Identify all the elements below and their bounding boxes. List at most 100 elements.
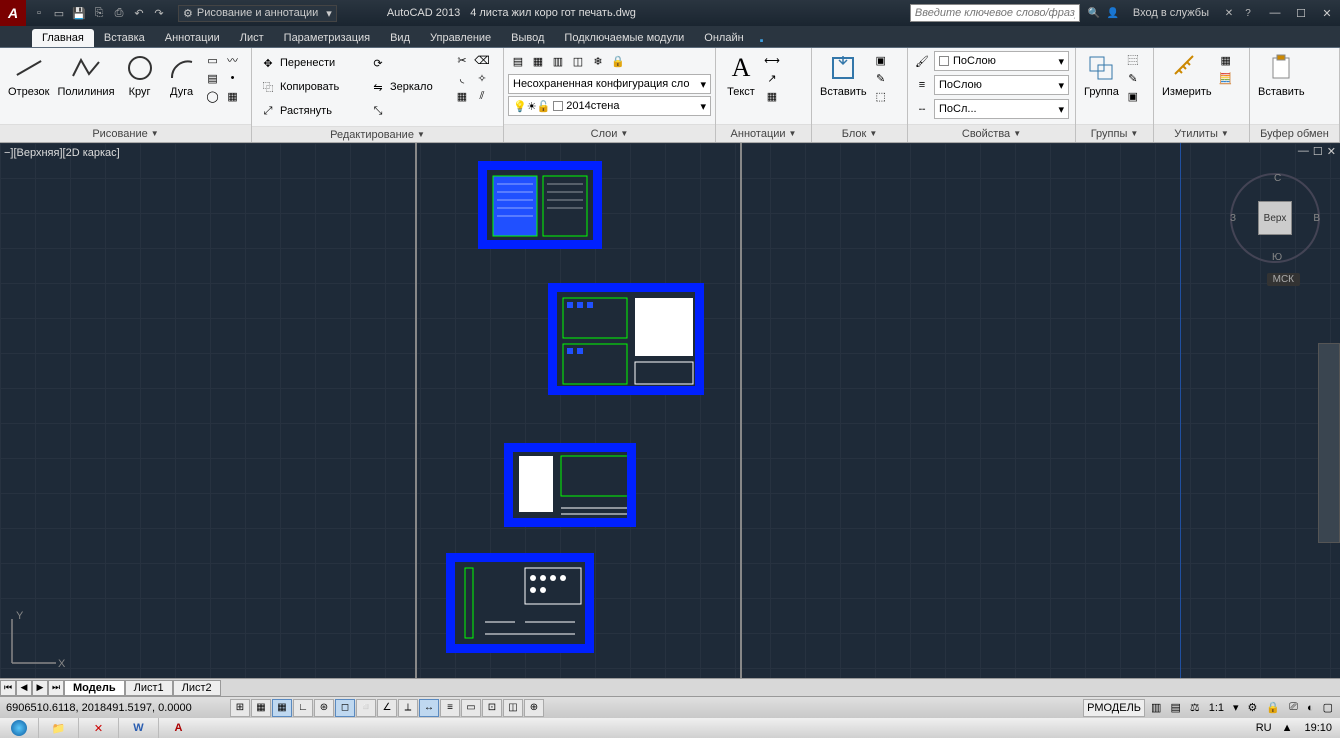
taskbar-clock[interactable]: 19:10 <box>1296 722 1340 734</box>
array-icon[interactable]: ▦ <box>454 88 470 104</box>
layer-freeze-icon[interactable]: ❄ <box>590 53 606 69</box>
layout2-tab[interactable]: Лист2 <box>173 680 221 696</box>
viewport-label[interactable]: −][Верхняя][2D каркас] <box>4 147 120 159</box>
drawing-area[interactable]: −][Верхняя][2D каркас] — ☐ ✕ YX Верх С Ю… <box>0 143 1340 678</box>
leader-icon[interactable]: ↗ <box>764 70 780 86</box>
workspace-switcher[interactable]: ⚙ Рисование и аннотации ▾ <box>178 5 337 22</box>
spline-icon[interactable]: 〰 <box>225 52 241 68</box>
taskbar-explorer[interactable]: 📁 <box>38 718 78 738</box>
osnap-toggle[interactable]: ◻ <box>335 699 355 717</box>
annotation-scale-value[interactable]: 1:1 <box>1206 699 1227 717</box>
group-edit-icon[interactable]: ✎ <box>1125 70 1141 86</box>
redo-icon[interactable]: ↷ <box>150 4 168 22</box>
viewcube[interactable]: Верх С Ю З В <box>1230 173 1320 263</box>
tab-insert[interactable]: Вставка <box>94 29 155 47</box>
first-tab-icon[interactable]: ⏮ <box>0 680 16 696</box>
panel-draw-title[interactable]: Рисование▼ <box>0 124 251 142</box>
tab-expand-icon[interactable]: ▪ <box>754 35 770 47</box>
table-icon[interactable]: ▦ <box>764 88 780 104</box>
region-icon[interactable]: ▦ <box>225 88 241 104</box>
tray-icon[interactable]: ▲ <box>1278 722 1297 734</box>
fillet-icon[interactable]: ◟ <box>454 70 470 86</box>
panel-groups-title[interactable]: Группы▼ <box>1076 124 1153 142</box>
dimension-icon[interactable]: ⟷ <box>764 52 780 68</box>
am-toggle[interactable]: ⊕ <box>524 699 544 717</box>
erase-icon[interactable]: ⌫ <box>474 52 490 68</box>
open-icon[interactable]: ▭ <box>50 4 68 22</box>
rectangle-icon[interactable]: ▭ <box>205 52 221 68</box>
search-icon[interactable]: 🔍 <box>1086 5 1102 21</box>
circle-button[interactable]: Круг <box>119 50 161 100</box>
ucs-icon[interactable]: YX <box>6 609 66 672</box>
undo-icon[interactable]: ↶ <box>130 4 148 22</box>
panel-clipboard-title[interactable]: Буфер обмен <box>1250 124 1339 142</box>
attr-icon[interactable]: ⬚ <box>873 88 889 104</box>
hatch-icon[interactable]: ▤ <box>205 70 221 86</box>
copy-button[interactable]: ⿻Копировать <box>258 76 364 98</box>
point-icon[interactable]: • <box>225 70 241 86</box>
tpy-toggle[interactable]: ▭ <box>461 699 481 717</box>
polar-toggle[interactable]: ⊛ <box>314 699 334 717</box>
quickview-drawings-icon[interactable]: ▤ <box>1167 699 1183 717</box>
help-search-input[interactable] <box>910 4 1080 22</box>
group-select-icon[interactable]: ▣ <box>1125 88 1141 104</box>
ellipse-icon[interactable]: ◯ <box>205 88 221 104</box>
app-menu-logo[interactable]: A <box>0 0 26 26</box>
exchange-icon[interactable]: ✕ <box>1221 5 1237 21</box>
text-button[interactable]: AТекст <box>720 50 762 100</box>
ducs-toggle[interactable]: ⟂ <box>398 699 418 717</box>
help-icon[interactable]: ? <box>1240 5 1256 21</box>
panel-modify-title[interactable]: Редактирование▼ <box>252 126 503 142</box>
taskbar-autocad[interactable]: A <box>158 718 198 738</box>
insert-button[interactable]: Вставить <box>816 50 871 100</box>
layout1-tab[interactable]: Лист1 <box>125 680 173 696</box>
signin-icon[interactable]: 👤 <box>1105 5 1121 21</box>
viewport-restore-icon[interactable]: ☐ <box>1313 145 1323 158</box>
tab-layout[interactable]: Лист <box>230 29 274 47</box>
viewport-minimize-icon[interactable]: — <box>1298 145 1309 158</box>
taskbar-word[interactable]: W <box>118 718 158 738</box>
model-space-button[interactable]: РМОДЕЛЬ <box>1083 699 1145 717</box>
layer-state-icon[interactable]: ▥ <box>550 53 566 69</box>
quick-calc-icon[interactable]: 🧮 <box>1218 70 1234 86</box>
lineweight-combo[interactable]: ПоСлою▾ <box>934 75 1069 95</box>
coordinates[interactable]: 6906510.6118, 2018491.5197, 0.0000 <box>0 702 230 714</box>
signin-label[interactable]: Вход в службы <box>1127 7 1215 19</box>
drawing-sheet-2[interactable] <box>548 283 704 395</box>
viewcube-east[interactable]: В <box>1313 213 1320 224</box>
tab-online[interactable]: Онлайн <box>694 29 753 47</box>
ungroup-icon[interactable]: ⿳ <box>1125 52 1141 68</box>
trim-icon[interactable]: ✂ <box>454 52 470 68</box>
drawing-sheet-3[interactable] <box>504 443 636 527</box>
tab-output[interactable]: Вывод <box>501 29 554 47</box>
layer-combo[interactable]: 💡 ☀ 🔓 2014стена ▾ <box>508 96 711 116</box>
taskbar-app-1[interactable]: ✕ <box>78 718 118 738</box>
offset-icon[interactable]: ⫽ <box>474 88 490 104</box>
last-tab-icon[interactable]: ⏭ <box>48 680 64 696</box>
language-indicator[interactable]: RU <box>1250 722 1278 734</box>
ortho-toggle[interactable]: ∟ <box>293 699 313 717</box>
wcs-label[interactable]: МСК <box>1267 273 1300 286</box>
viewcube-west[interactable]: З <box>1230 213 1236 224</box>
line-button[interactable]: Отрезок <box>4 50 53 100</box>
clean-screen-icon[interactable]: ▢ <box>1320 699 1336 717</box>
polyline-button[interactable]: Полилиния <box>53 50 118 100</box>
workspace-icon[interactable]: ⚙ <box>1245 699 1261 717</box>
navigation-bar[interactable] <box>1318 343 1340 543</box>
annotation-visibility-icon[interactable]: ▾ <box>1230 699 1242 717</box>
select-all-icon[interactable]: ▦ <box>1218 52 1234 68</box>
saveas-icon[interactable]: ⎘ <box>90 4 108 22</box>
edit-block-icon[interactable]: ✎ <box>873 70 889 86</box>
panel-properties-title[interactable]: Свойства▼ <box>908 124 1075 142</box>
layer-lock-icon[interactable]: 🔒 <box>610 53 626 69</box>
mirror-button[interactable]: ⇋Зеркало <box>368 76 450 98</box>
annotation-scale-icon[interactable]: ⚖ <box>1187 699 1203 717</box>
save-icon[interactable]: 💾 <box>70 4 88 22</box>
scale-button[interactable]: ⤡ <box>368 100 450 122</box>
layer-iso-icon[interactable]: ◫ <box>570 53 586 69</box>
plot-icon[interactable]: ⎙ <box>110 4 128 22</box>
stretch-button[interactable]: ⤢Растянуть <box>258 100 364 122</box>
tab-parametric[interactable]: Параметризация <box>274 29 380 47</box>
rotate-button[interactable]: ⟳ <box>368 52 450 74</box>
3dosnap-toggle[interactable]: ◽ <box>356 699 376 717</box>
